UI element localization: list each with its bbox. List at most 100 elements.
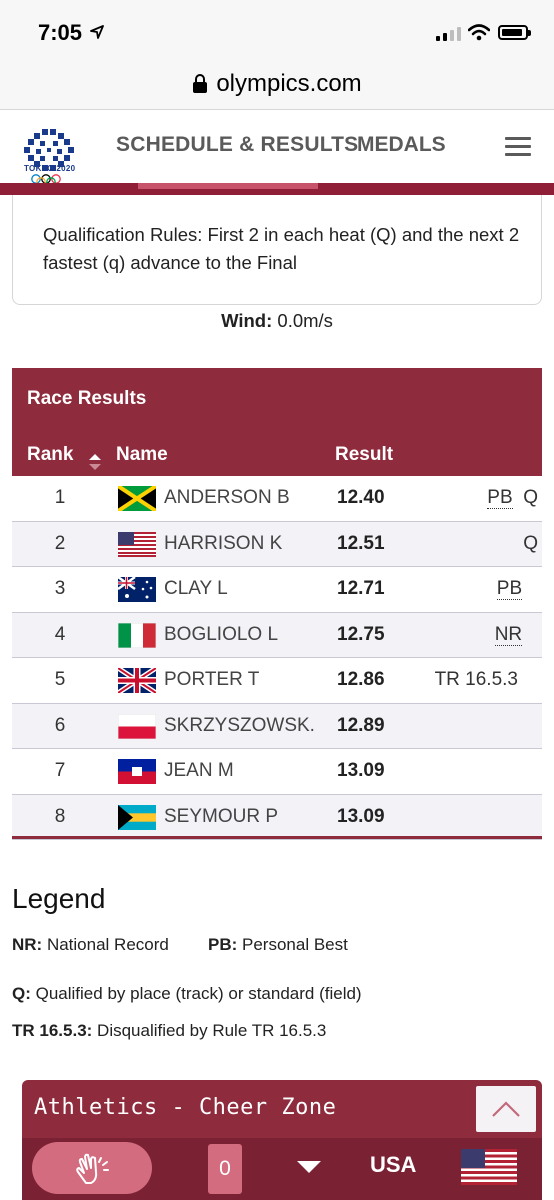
country-select[interactable]: USA — [284, 1138, 536, 1200]
table-row[interactable]: 4 BOGLIOLO L 12.75 NR — [12, 612, 542, 658]
result-cell: 12.71 — [337, 578, 385, 599]
name-column-header[interactable]: Name — [116, 444, 168, 466]
table-row[interactable]: 1 ANDERSON B 12.40 PB Q — [12, 476, 542, 522]
qualification-card: Qualification Rules: First 2 in each hea… — [12, 195, 542, 305]
legend-key: NR: — [12, 935, 43, 954]
caret-down-icon — [297, 1161, 321, 1173]
notes-cell: Q — [523, 533, 538, 555]
rank-cell: 5 — [54, 669, 66, 690]
result-cell: 13.09 — [337, 805, 385, 827]
jamaica-flag-icon — [118, 486, 156, 511]
result-cell: 12.75 — [337, 623, 385, 645]
wind-label: Wind: — [221, 310, 273, 331]
usa-flag-icon — [461, 1149, 517, 1185]
athlete-name[interactable]: PORTER T — [164, 669, 314, 691]
cheer-zone-panel: Athletics - Cheer Zone 0 USA — [22, 1080, 542, 1200]
haiti-flag-icon — [118, 759, 156, 784]
notes-cell: TR 16.5.3 — [435, 669, 518, 691]
legend-item-tr: TR 16.5.3: Disqualified by Rule TR 16.5.… — [12, 1021, 326, 1041]
collapse-button[interactable] — [476, 1086, 536, 1132]
sort-icon[interactable] — [88, 453, 102, 471]
athlete-name[interactable]: SEYMOUR P — [164, 806, 314, 828]
tr-note[interactable]: TR 16.5.3 — [435, 669, 518, 690]
hamburger-icon[interactable] — [505, 137, 531, 156]
results-bottom-border — [12, 836, 542, 839]
table-row[interactable]: 2 HARRISON K 12.51 Q — [12, 521, 542, 567]
poland-flag-icon — [118, 713, 156, 739]
legend-key: PB: — [208, 935, 238, 954]
table-row[interactable]: 5 PORTER T 12.86 TR 16.5.3 — [12, 658, 542, 704]
legend-item-q: Q: Qualified by place (track) or standar… — [12, 984, 362, 1004]
wifi-icon — [468, 24, 490, 41]
result-cell: 13.09 — [337, 760, 385, 781]
athlete-name[interactable]: JEAN M — [164, 760, 314, 782]
legend-key: Q: — [12, 984, 31, 1003]
chevron-up-icon — [492, 1101, 520, 1117]
rank-cell: 2 — [54, 532, 66, 554]
rank-cell: 4 — [54, 623, 66, 645]
athlete-name[interactable]: BOGLIOLO L — [164, 624, 314, 646]
bahamas-flag-icon — [118, 804, 156, 830]
great-britain-flag-icon — [118, 668, 156, 693]
rank-cell: 7 — [54, 760, 66, 781]
rank-cell: 8 — [54, 805, 66, 827]
table-row[interactable]: 3 CLAY L 12.71 PB — [12, 567, 542, 613]
cheer-controls: 0 USA — [22, 1138, 542, 1200]
clap-button[interactable] — [32, 1142, 152, 1194]
legend-desc: Qualified by place (track) or standard (… — [35, 984, 362, 1003]
legend-item-pb: PB: Personal Best — [208, 935, 348, 955]
notes-cell: PB — [496, 578, 538, 600]
legend-key: TR 16.5.3: — [12, 1021, 93, 1040]
rank-cell: 1 — [54, 487, 66, 508]
race-results-header: Race Results Rank Name Result — [12, 368, 542, 476]
legend-desc: Personal Best — [242, 935, 348, 954]
australia-flag-icon — [118, 577, 156, 602]
wind-value: 0.0m/s — [277, 310, 333, 331]
nr-note[interactable]: NR — [494, 623, 523, 646]
result-cell: 12.51 — [337, 532, 385, 554]
race-results-title: Race Results — [27, 388, 147, 409]
athlete-name[interactable]: ANDERSON B — [164, 487, 314, 509]
rank-cell: 6 — [54, 714, 66, 736]
cellular-signal-icon — [436, 27, 461, 41]
athlete-name[interactable]: SKRZYSZOWSK... — [164, 715, 314, 737]
result-cell: 12.86 — [337, 669, 385, 690]
q-note[interactable]: Q — [523, 487, 538, 508]
logo-caption: TOKYO 2020 — [24, 164, 76, 173]
q-note[interactable]: Q — [523, 533, 538, 554]
legend-title: Legend — [12, 883, 106, 914]
notes-cell: NR — [494, 623, 538, 646]
legend-item-nr: NR: National Record — [12, 935, 169, 955]
battery-icon — [498, 25, 531, 40]
lock-icon — [193, 73, 208, 93]
status-time: 7:05 — [38, 20, 83, 45]
nav-medals[interactable]: MEDALS — [357, 133, 446, 157]
country-code: USA — [370, 1152, 417, 1177]
result-cell: 12.40 — [337, 487, 385, 508]
qualification-rules: Qualification Rules: First 2 in each hea… — [43, 224, 520, 273]
result-cell: 12.89 — [337, 714, 385, 736]
location-arrow-icon — [90, 25, 104, 39]
status-bar: 7:05 — [0, 0, 554, 58]
athlete-name[interactable]: HARRISON K — [164, 533, 314, 555]
notes-cell: PB Q — [487, 487, 538, 509]
nav-schedule-results[interactable]: SCHEDULE & RESULTS — [116, 133, 358, 157]
url-bar[interactable]: olympics.com — [0, 58, 554, 110]
table-row[interactable]: 8 SEYMOUR P 13.09 — [12, 794, 542, 840]
athlete-name[interactable]: CLAY L — [164, 578, 314, 600]
cheer-count: 0 — [208, 1144, 242, 1194]
rank-cell: 3 — [54, 578, 66, 599]
table-row[interactable]: 6 SKRZYSZOWSK... 12.89 — [12, 703, 542, 749]
pb-note[interactable]: PB — [496, 578, 523, 600]
legend-desc: National Record — [46, 935, 169, 954]
table-row[interactable]: 7 JEAN M 13.09 — [12, 749, 542, 795]
active-tab-indicator — [138, 183, 318, 189]
usa-flag-icon — [118, 531, 156, 557]
pb-note[interactable]: PB — [487, 487, 513, 509]
rank-column-header[interactable]: Rank — [27, 444, 73, 466]
cheer-zone-title: Athletics - Cheer Zone — [34, 1095, 337, 1120]
italy-flag-icon — [118, 622, 156, 648]
wind-info: Wind: 0.0m/s — [0, 310, 554, 332]
result-column-header[interactable]: Result — [335, 444, 393, 466]
clapping-hands-icon — [76, 1153, 109, 1184]
